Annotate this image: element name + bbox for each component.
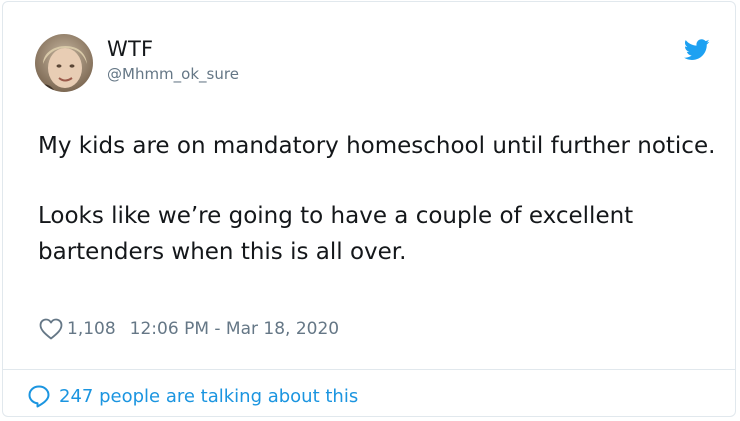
tweet-card: WTF @Mhmm_ok_sure My kids are on mandato… [2,1,736,417]
heart-icon[interactable] [39,318,63,340]
conversation-link[interactable]: 247 people are talking about this [27,382,358,410]
speech-bubble-icon [28,385,50,408]
user-handle[interactable]: @Mhmm_ok_sure [107,65,239,83]
like-count[interactable]: 1,108 [67,319,116,339]
conversation-link-text[interactable]: 247 people are talking about this [59,386,358,407]
tweet-text: My kids are on mandatory homeschool unti… [38,128,718,270]
tweet-meta: 1,108 12:06 PM - Mar 18, 2020 [39,316,339,342]
twitter-bird-icon[interactable] [684,39,710,61]
display-name[interactable]: WTF [107,37,153,61]
avatar[interactable] [35,34,93,92]
avatar-image [35,34,93,92]
tweet-timestamp[interactable]: 12:06 PM - Mar 18, 2020 [130,319,339,339]
divider [3,369,735,370]
tweet-paragraph: My kids are on mandatory homeschool unti… [38,133,716,159]
tweet-paragraph: Looks like we’re going to have a couple … [38,203,634,265]
